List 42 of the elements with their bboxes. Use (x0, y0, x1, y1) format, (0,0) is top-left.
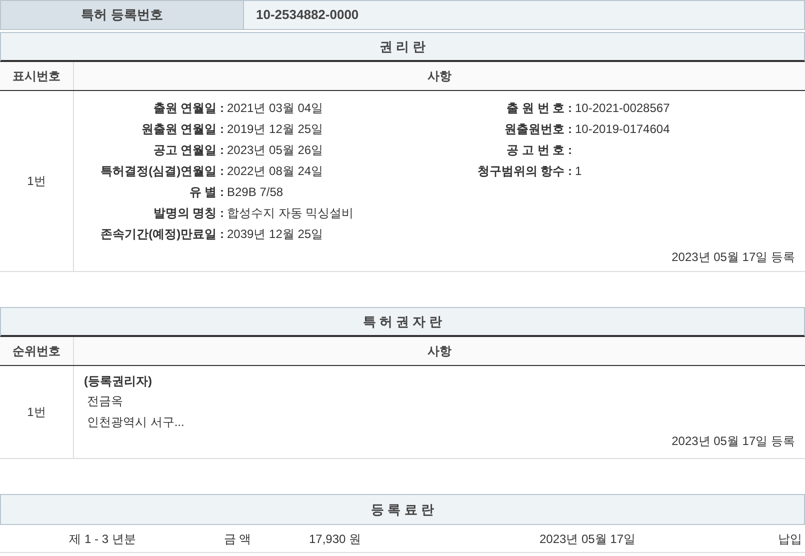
row-number: 1번 (27, 404, 46, 421)
field-label-cell: 특허 등록번호 (1, 1, 244, 29)
field-value: 2039년 12월 25일 (227, 226, 324, 242)
payment-date: 2023년 05월 17일 (539, 530, 636, 548)
field-label: 발명의 명칭 : (152, 204, 225, 222)
field-label: 공고 연월일 : (152, 142, 225, 158)
holder-info: 전금옥 (86, 392, 124, 410)
column-header: 사항 (428, 68, 452, 85)
payment-status: 납입 (778, 530, 802, 548)
field-value-cell: 10-2534882-0000 (244, 1, 804, 29)
field-value: 합성수지 자동 믹싱설비 (227, 204, 354, 222)
fee-amount: 17,930 원 (308, 530, 362, 548)
field-label: 공 고 번 호 : (506, 142, 573, 158)
field-label: 출 원 번 호 : (506, 100, 573, 116)
field-label: 특허결정(심결)연월일 : (100, 162, 225, 180)
section-title: 등 록 료 란 (371, 500, 434, 519)
column-header: 표시번호 (12, 68, 60, 85)
field-label: 청구범위의 항수 : (476, 162, 573, 180)
field-value: 1 (575, 162, 582, 180)
section-title: 특 허 권 자 란 (362, 312, 442, 331)
field-value: B29B 7/58 (227, 184, 284, 200)
registration-date: 2023년 05월 17일 등록 (672, 433, 795, 450)
field-value: 2021년 03월 04일 (227, 100, 324, 116)
column-header: 순위번호 (12, 343, 60, 360)
field-label: 존속기간(예정)만료일 : (100, 226, 225, 242)
field-label: 유 별 : (188, 184, 225, 200)
holder-info: 인천광역시 서구... (86, 414, 186, 430)
row-number: 1번 (27, 173, 46, 190)
amount-label: 금 액 (224, 530, 252, 548)
column-header: 사항 (428, 343, 452, 360)
fee-period: 제 1 - 3 년분 (69, 530, 136, 548)
field-label: 원출원번호 : (504, 120, 573, 138)
field-value: 2023년 05월 26일 (227, 142, 324, 158)
section-title: 권 리 란 (379, 38, 426, 56)
field-label: 원출원 연월일 : (140, 120, 225, 138)
field-value: 2022년 08월 24일 (227, 162, 324, 180)
field-label: 출원 연월일 : (152, 100, 225, 116)
field-value: 10-2019-0174604 (575, 120, 670, 138)
registration-date: 2023년 05월 17일 등록 (672, 249, 795, 266)
holder-role: (등록권리자) (84, 373, 153, 390)
field-value: 10-2021-0028567 (575, 100, 670, 116)
field-value: 2019년 12월 25일 (227, 120, 324, 138)
